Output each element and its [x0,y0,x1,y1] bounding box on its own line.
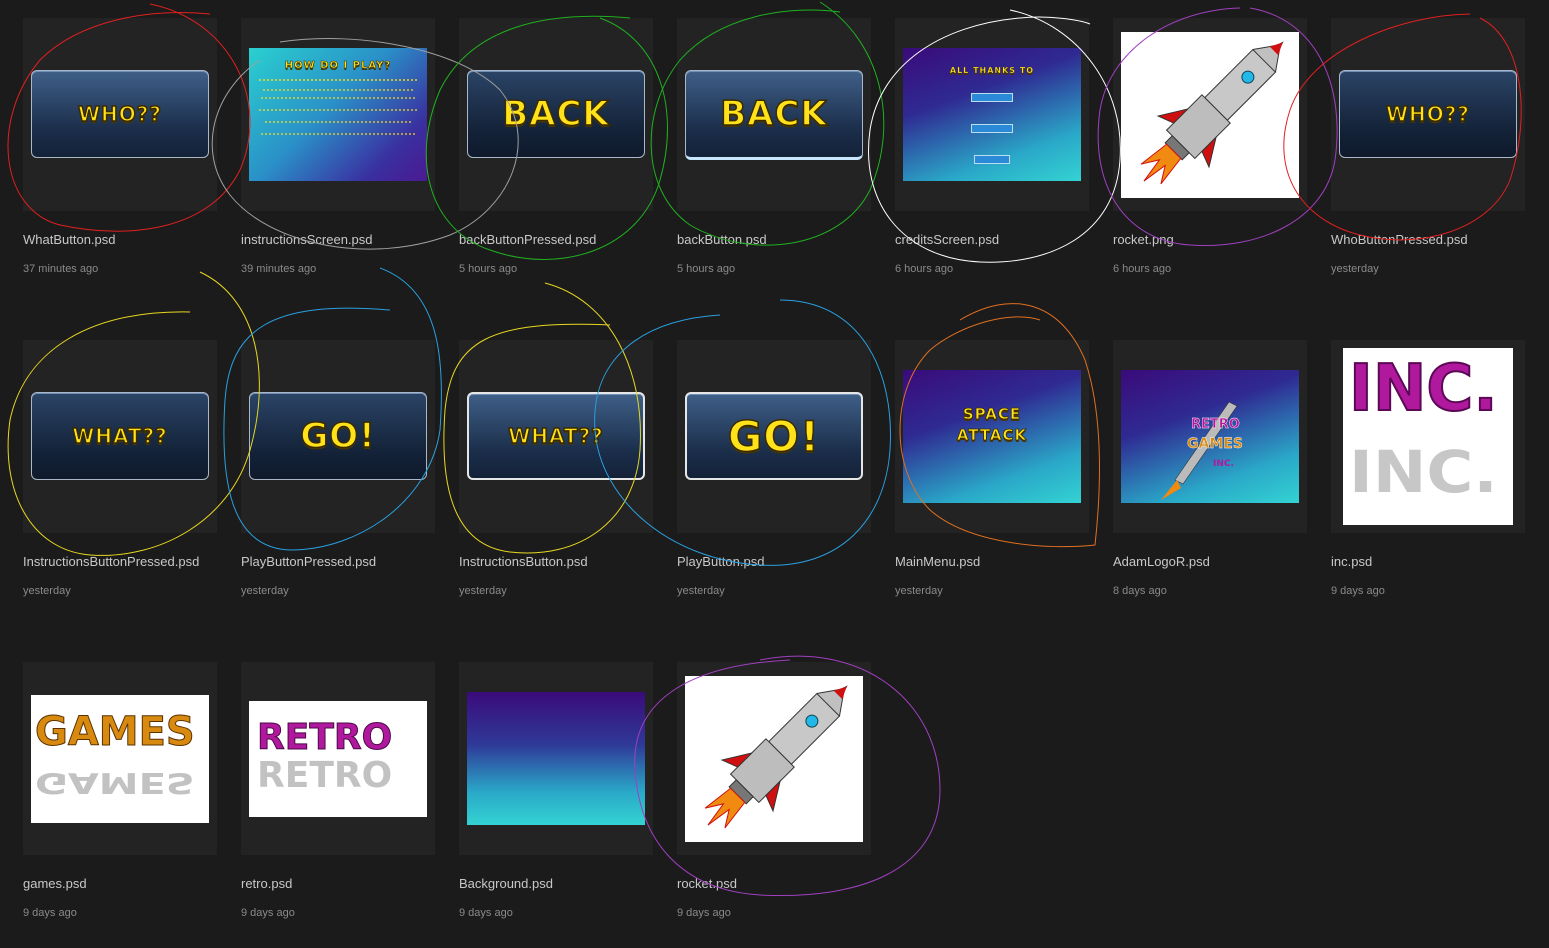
file-thumbnail[interactable] [1113,18,1307,211]
button-preview: GO! [249,392,427,480]
file-name[interactable]: inc.psd [1331,554,1372,569]
file-name[interactable]: MainMenu.psd [895,554,980,569]
retro-preview: RETRO RETRO [249,701,427,817]
file-thumbnail[interactable]: GAMES GAMES [23,662,217,855]
svg-text:GAMES: GAMES [1187,436,1243,452]
button-preview: WHO?? [31,70,209,158]
file-thumbnail[interactable]: BACK [677,18,871,211]
file-name[interactable]: InstructionsButton.psd [459,554,588,569]
file-modified-time: yesterday [677,585,725,597]
file-modified-time: 5 hours ago [677,263,736,275]
file-card[interactable]: RETRO GAMES INC. AdamLogoR.psd 8 days ag… [1113,340,1307,597]
file-modified-time: yesterday [23,585,71,597]
file-thumbnail[interactable]: WHO?? [1331,18,1525,211]
rocket-preview [685,676,863,842]
file-card[interactable]: RETRO RETRO retro.psd 9 days ago [241,662,435,919]
file-modified-time: yesterday [459,585,507,597]
file-card[interactable]: WHO?? WhatButton.psd 37 minutes ago [23,18,217,275]
file-card[interactable]: HOW DO I PLAY? instructionsScreen.psd 39… [241,18,435,275]
file-modified-time: 5 hours ago [459,263,518,275]
file-card[interactable]: GO! PlayButton.psd yesterday [677,340,871,597]
rocket-preview [1121,32,1299,198]
file-card[interactable]: Background.psd 9 days ago [459,662,653,919]
file-thumbnail[interactable] [459,662,653,855]
file-card[interactable]: WHO?? WhoButtonPressed.psd yesterday [1331,18,1525,275]
credits-title: ALL THANKS TO [949,66,1035,75]
background-preview [467,692,645,825]
file-card[interactable]: ALL THANKS TO creditsScreen.psd 6 hours … [895,18,1089,275]
file-modified-time: 6 hours ago [1113,263,1172,275]
file-modified-time: 6 hours ago [895,263,954,275]
file-modified-time: 9 days ago [459,907,513,919]
file-name[interactable]: creditsScreen.psd [895,232,999,247]
file-name[interactable]: WhoButtonPressed.psd [1331,232,1468,247]
file-modified-time: 39 minutes ago [241,263,317,275]
file-name[interactable]: games.psd [23,876,87,891]
file-name[interactable]: backButtonPressed.psd [459,232,596,247]
file-name[interactable]: retro.psd [241,876,292,891]
file-card[interactable]: rocket.psd 9 days ago [677,662,871,919]
file-name[interactable]: PlayButton.psd [677,554,764,569]
file-thumbnail[interactable]: RETRO GAMES INC. [1113,340,1307,533]
credits-screen-preview: ALL THANKS TO [903,48,1081,181]
file-name[interactable]: instructionsScreen.psd [241,232,373,247]
file-thumbnail[interactable]: INC. INC. [1331,340,1525,533]
button-preview: GO! [685,392,863,480]
logo-preview: RETRO GAMES INC. [1121,370,1299,503]
file-card[interactable]: GO! PlayButtonPressed.psd yesterday [241,340,435,597]
svg-text:INC.: INC. [1213,459,1234,469]
button-preview: WHO?? [1339,70,1517,158]
file-thumbnail[interactable]: GO! [677,340,871,533]
button-preview: WHAT?? [467,392,645,480]
file-name[interactable]: rocket.psd [677,876,737,891]
file-modified-time: 9 days ago [1331,585,1385,597]
file-card[interactable]: SPACE ATTACK MainMenu.psd yesterday [895,340,1089,597]
file-card[interactable]: GAMES GAMES games.psd 9 days ago [23,662,217,919]
file-thumbnail[interactable] [677,662,871,855]
inc-preview: INC. INC. [1343,348,1513,525]
file-name[interactable]: rocket.png [1113,232,1174,247]
button-preview: WHAT?? [31,392,209,480]
file-thumbnail[interactable]: SPACE ATTACK [895,340,1089,533]
file-modified-time: yesterday [1331,263,1379,275]
file-thumbnail[interactable]: GO! [241,340,435,533]
file-modified-time: 9 days ago [23,907,77,919]
file-modified-time: 8 days ago [1113,585,1167,597]
file-thumbnail[interactable]: RETRO RETRO [241,662,435,855]
instructions-title: HOW DO I PLAY? [284,60,392,72]
button-preview: BACK [685,70,863,160]
games-preview: GAMES GAMES [31,695,209,823]
file-thumbnail[interactable]: WHO?? [23,18,217,211]
file-card[interactable]: BACK backButton.psd 5 hours ago [677,18,871,275]
file-thumbnail[interactable]: HOW DO I PLAY? [241,18,435,211]
instructions-screen-preview: HOW DO I PLAY? [249,48,427,181]
file-modified-time: 9 days ago [677,907,731,919]
file-thumbnail[interactable]: ALL THANKS TO [895,18,1089,211]
file-name[interactable]: Background.psd [459,876,553,891]
file-name[interactable]: backButton.psd [677,232,767,247]
button-preview: BACK [467,70,645,158]
file-card[interactable]: rocket.png 6 hours ago [1113,18,1307,275]
file-name[interactable]: InstructionsButtonPressed.psd [23,554,199,569]
file-thumbnail[interactable]: WHAT?? [23,340,217,533]
file-modified-time: yesterday [241,585,289,597]
svg-text:RETRO: RETRO [1191,417,1240,432]
file-thumbnail[interactable]: WHAT?? [459,340,653,533]
main-menu-preview: SPACE ATTACK [903,370,1081,503]
file-name[interactable]: WhatButton.psd [23,232,116,247]
file-thumbnail[interactable]: BACK [459,18,653,211]
file-card[interactable]: WHAT?? InstructionsButtonPressed.psd yes… [23,340,217,597]
file-card[interactable]: INC. INC. inc.psd 9 days ago [1331,340,1525,597]
file-modified-time: yesterday [895,585,943,597]
file-name[interactable]: PlayButtonPressed.psd [241,554,376,569]
file-modified-time: 9 days ago [241,907,295,919]
file-card[interactable]: WHAT?? InstructionsButton.psd yesterday [459,340,653,597]
file-modified-time: 37 minutes ago [23,263,99,275]
file-name[interactable]: AdamLogoR.psd [1113,554,1210,569]
file-card[interactable]: BACK backButtonPressed.psd 5 hours ago [459,18,653,275]
